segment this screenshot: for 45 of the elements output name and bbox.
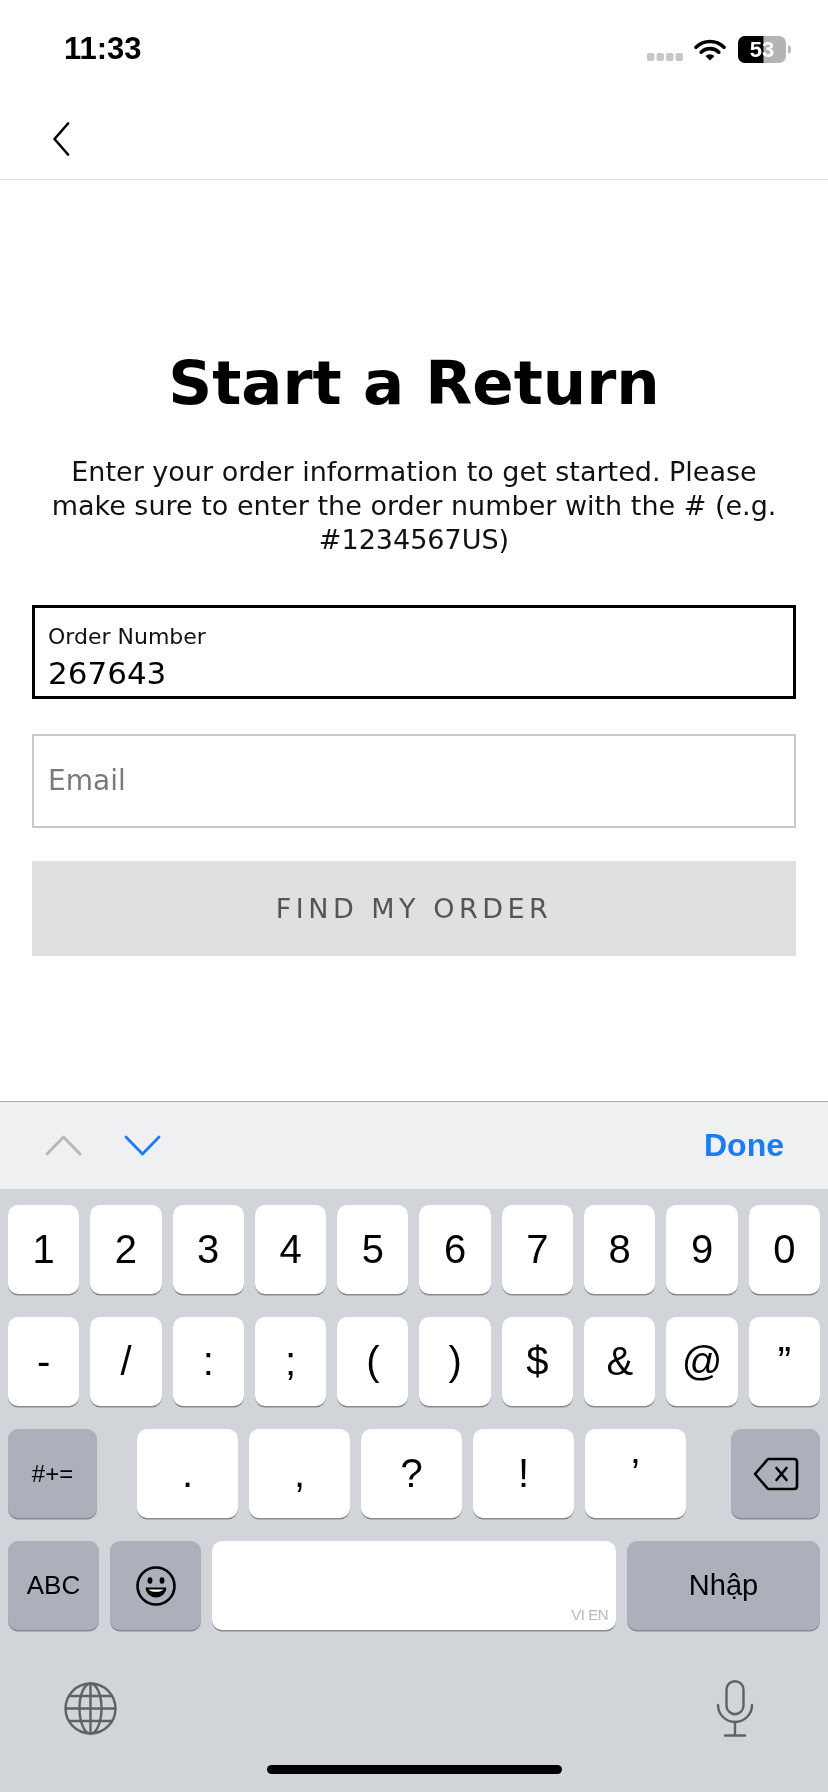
keyboard-key[interactable]: - (8, 1317, 80, 1406)
input-field[interactable]: Order Number 267643 (32, 605, 796, 699)
input-field[interactable]: Email (32, 734, 796, 828)
language-hint: VI EN (571, 1606, 608, 1624)
chevron-down-icon[interactable] (124, 1135, 161, 1156)
done-button[interactable]: Done (704, 1127, 784, 1164)
delete-key[interactable] (731, 1429, 820, 1518)
keyboard-key[interactable]: & (584, 1317, 656, 1406)
page-title: Start a Return (167, 348, 661, 418)
keyboard-key[interactable]: ? (361, 1429, 462, 1518)
letters-key[interactable]: ABC (8, 1541, 99, 1630)
keyboard-key[interactable]: , (249, 1429, 350, 1518)
keyboard-key[interactable]: @ (666, 1317, 738, 1406)
keyboard-key[interactable]: $ (501, 1317, 574, 1406)
keyboard-key[interactable]: 0 (748, 1205, 820, 1294)
keyboard-key[interactable]: : (172, 1317, 244, 1406)
globe-icon[interactable] (64, 1682, 117, 1735)
keyboard-key[interactable]: ! (473, 1429, 574, 1518)
keyboard-key[interactable]: 6 (419, 1205, 491, 1294)
emoji-icon (135, 1565, 176, 1606)
delete-icon (752, 1456, 799, 1491)
keyboard-key[interactable]: / (90, 1317, 162, 1406)
status-time: 11:33 (64, 31, 142, 67)
microphone-icon[interactable] (716, 1680, 754, 1737)
keyboard-key[interactable]: ’ (585, 1429, 686, 1518)
keyboard-key[interactable]: 4 (254, 1205, 327, 1294)
wifi-icon (694, 37, 726, 61)
keyboard-key[interactable]: ) (419, 1317, 491, 1406)
emoji-key[interactable] (110, 1541, 201, 1630)
keyboard-key[interactable]: . (137, 1429, 238, 1518)
chevron-left-icon[interactable] (52, 121, 70, 156)
keyboard-key[interactable]: 9 (666, 1205, 738, 1294)
keyboard-key[interactable]: ” (748, 1317, 820, 1406)
keyboard-key[interactable]: 5 (337, 1205, 409, 1294)
keyboard-key[interactable]: 1 (8, 1205, 80, 1294)
return-key[interactable]: Nhập (627, 1541, 820, 1630)
keyboard-key[interactable]: 2 (90, 1205, 162, 1294)
signal-icon (647, 53, 683, 61)
keyboard-key[interactable]: ; (254, 1317, 327, 1406)
instructions-text: Enter your order information to get started. Please make sure to enter the order number with the # (e.g. #1234567US) (50, 455, 778, 557)
keyboard-key[interactable]: 7 (501, 1205, 574, 1294)
keyboard-key[interactable]: 3 (172, 1205, 244, 1294)
keyboard-key[interactable]: ( (337, 1317, 409, 1406)
keyboard-key[interactable]: 8 (584, 1205, 656, 1294)
symbols-key[interactable]: #+= (8, 1429, 97, 1518)
